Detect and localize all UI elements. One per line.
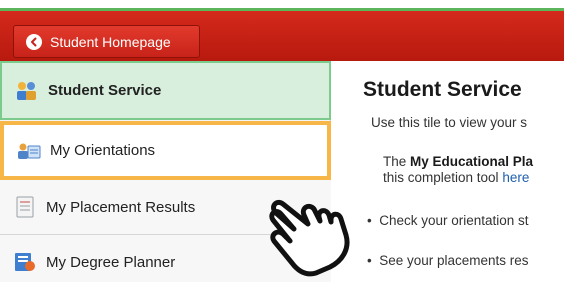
app-window: Student Homepage Student Service My Orie…	[0, 0, 564, 282]
sidebar-item-my-orientations[interactable]: My Orientations	[0, 121, 331, 180]
sidebar-item-student-service[interactable]: Student Service	[0, 61, 331, 120]
educational-plan-bold: My Educational Pla	[410, 154, 534, 169]
content-area: Student Service My Orientations My Place…	[0, 61, 564, 282]
sidebar-item-label: My Orientations	[50, 142, 156, 159]
page-title: Student Service	[363, 78, 522, 101]
orientations-icon	[17, 140, 41, 162]
list-item: • Check your orientation st	[367, 213, 529, 228]
student-homepage-button[interactable]: Student Homepage	[13, 25, 200, 58]
student-service-icon	[15, 80, 39, 102]
placement-results-icon	[13, 196, 37, 218]
pointing-hand-icon	[269, 199, 350, 277]
degree-planner-icon	[13, 251, 37, 273]
educational-plan-paragraph: The My Educational Pla this completion t…	[383, 154, 534, 185]
home-button-label: Student Homepage	[50, 33, 171, 50]
here-link[interactable]: here	[502, 170, 529, 185]
intro-text: Use this tile to view your s	[371, 115, 528, 130]
sidebar-item-label: My Degree Planner	[46, 253, 176, 271]
sidebar-item-label: My Placement Results	[46, 198, 196, 216]
chevron-left-icon	[26, 33, 42, 50]
header-bar: Student Homepage	[0, 11, 564, 61]
list-item: • See your placements res	[367, 253, 529, 268]
sidebar-item-label: Student Service	[48, 82, 162, 99]
